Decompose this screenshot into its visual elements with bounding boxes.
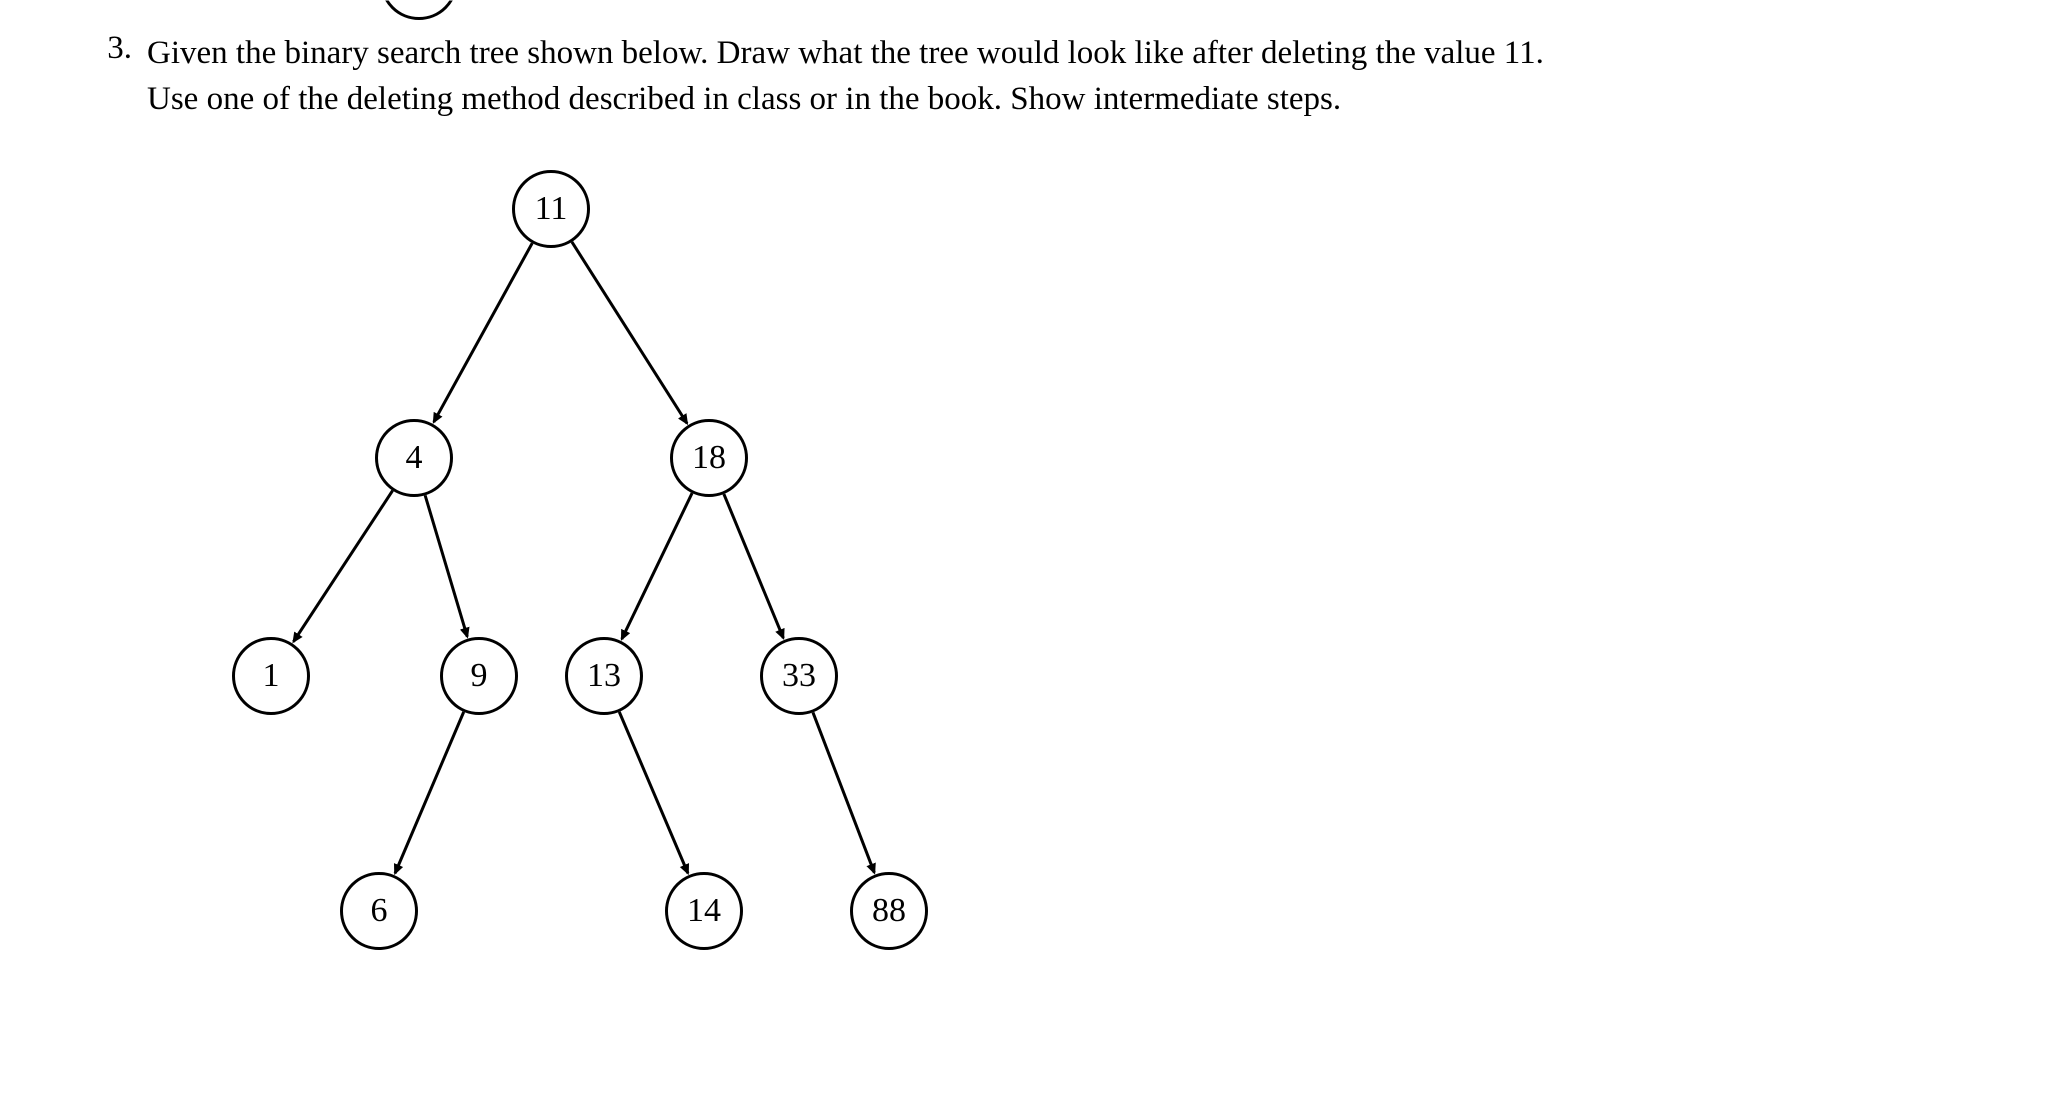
question-text: Given the binary search tree shown below… xyxy=(147,30,1547,122)
tree-node-9: 9 xyxy=(440,637,518,715)
tree-edge xyxy=(622,494,692,640)
tree-edge xyxy=(813,713,874,873)
tree-edge xyxy=(619,712,688,873)
binary-search-tree-diagram: 1141819133361488 xyxy=(170,142,1070,942)
tree-node-4: 4 xyxy=(375,419,453,497)
question-number: 3. xyxy=(90,30,132,67)
tree-edge xyxy=(572,242,687,423)
tree-edge xyxy=(434,244,532,423)
tree-node-6: 6 xyxy=(340,872,418,950)
tree-node-88: 88 xyxy=(850,872,928,950)
tree-node-14: 14 xyxy=(665,872,743,950)
tree-node-13: 13 xyxy=(565,637,643,715)
tree-edge xyxy=(395,712,464,873)
tree-node-1: 1 xyxy=(232,637,310,715)
tree-edge xyxy=(293,491,392,642)
tree-edge xyxy=(425,496,467,637)
tree-node-18: 18 xyxy=(670,419,748,497)
question-container: 3. Given the binary search tree shown be… xyxy=(90,30,1956,122)
partial-circle-top xyxy=(380,0,458,20)
tree-node-11: 11 xyxy=(512,170,590,248)
tree-edges xyxy=(170,142,1070,942)
tree-edge xyxy=(724,494,783,638)
tree-node-33: 33 xyxy=(760,637,838,715)
